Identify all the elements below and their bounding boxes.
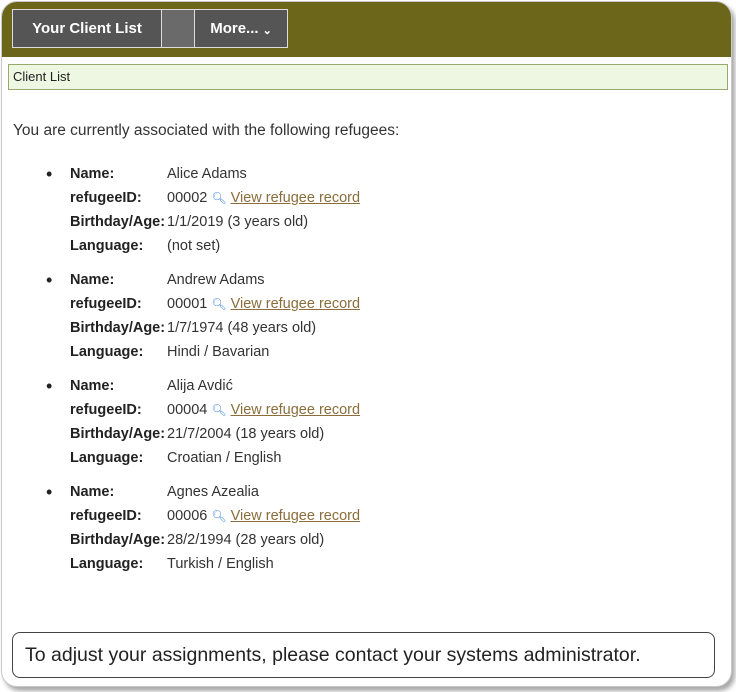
- language-label: Language:: [70, 450, 144, 466]
- bullet-icon: •: [46, 270, 53, 290]
- tab-more-menu[interactable]: More... ⌄: [194, 9, 288, 48]
- name-row: Name: Andrew Adams: [70, 270, 265, 294]
- id-row: refugeeID: 00004 🔍︎ View refugee record: [70, 400, 360, 424]
- view-refugee-record-link[interactable]: View refugee record: [231, 190, 361, 206]
- refugee-id: 00004: [167, 402, 208, 418]
- magnifier-icon[interactable]: 🔍︎: [211, 297, 226, 311]
- name-row: Name: Alice Adams: [70, 164, 247, 188]
- name-row: Name: Agnes Azealia: [70, 482, 259, 506]
- id-label: refugeeID:: [70, 296, 142, 312]
- name-label: Name:: [70, 484, 115, 500]
- refugee-id: 00002: [167, 190, 208, 206]
- birthday-row: Birthday/Age: 28/2/1994 (28 years old): [70, 530, 324, 554]
- language-label: Language:: [70, 238, 144, 254]
- birthday-row: Birthday/Age: 21/7/2004 (18 years old): [70, 424, 324, 448]
- id-row: refugeeID: 00002 🔍︎ View refugee record: [70, 188, 360, 212]
- name-label: Name:: [70, 272, 115, 288]
- intro-text: You are currently associated with the fo…: [13, 122, 400, 139]
- refugee-id: 00006: [167, 508, 208, 524]
- view-refugee-record-link[interactable]: View refugee record: [231, 296, 361, 312]
- refugee-language: (not set): [167, 238, 221, 254]
- main-panel: Your Client List More... ⌄ Client List Y…: [1, 1, 732, 687]
- birthday-label: Birthday/Age:: [70, 214, 166, 230]
- birthday-label: Birthday/Age:: [70, 426, 166, 442]
- breadcrumb-label: Client List: [13, 69, 71, 84]
- refugee-language: Turkish / English: [167, 556, 274, 572]
- tab-separator: [161, 9, 195, 48]
- bullet-icon: •: [46, 482, 53, 502]
- refugee-name: Andrew Adams: [167, 272, 265, 288]
- view-refugee-record-link[interactable]: View refugee record: [231, 508, 361, 524]
- language-row: Language: Croatian / English: [70, 448, 281, 472]
- refugee-name: Alice Adams: [167, 166, 247, 182]
- name-label: Name:: [70, 166, 115, 182]
- refugee-birthday: 28/2/1994 (28 years old): [167, 532, 325, 548]
- id-row: refugeeID: 00006 🔍︎ View refugee record: [70, 506, 360, 530]
- birthday-label: Birthday/Age:: [70, 532, 166, 548]
- refugee-birthday: 1/7/1974 (48 years old): [167, 320, 317, 336]
- language-label: Language:: [70, 556, 144, 572]
- magnifier-icon[interactable]: 🔍︎: [211, 509, 226, 523]
- birthday-row: Birthday/Age: 1/7/1974 (48 years old): [70, 318, 316, 342]
- id-label: refugeeID:: [70, 508, 142, 524]
- breadcrumb: Client List: [8, 64, 728, 90]
- refugee-birthday: 1/1/2019 (3 years old): [167, 214, 309, 230]
- id-row: refugeeID: 00001 🔍︎ View refugee record: [70, 294, 360, 318]
- magnifier-icon[interactable]: 🔍︎: [211, 191, 226, 205]
- refugee-id: 00001: [167, 296, 208, 312]
- admin-notice: To adjust your assignments, please conta…: [12, 632, 715, 678]
- bullet-icon: •: [46, 376, 53, 396]
- refugee-language: Croatian / English: [167, 450, 282, 466]
- language-label: Language:: [70, 344, 144, 360]
- id-label: refugeeID:: [70, 402, 142, 418]
- name-label: Name:: [70, 378, 115, 394]
- top-nav-bar: Your Client List More... ⌄: [2, 2, 731, 57]
- tab-more-label: More...: [210, 20, 259, 37]
- bullet-icon: •: [46, 164, 53, 184]
- refugee-birthday: 21/7/2004 (18 years old): [167, 426, 325, 442]
- admin-notice-text: To adjust your assignments, please conta…: [25, 644, 641, 666]
- chevron-down-icon: ⌄: [262, 25, 272, 37]
- birthday-row: Birthday/Age: 1/1/2019 (3 years old): [70, 212, 308, 236]
- view-refugee-record-link[interactable]: View refugee record: [231, 402, 361, 418]
- refugee-name: Alija Avdić: [167, 378, 233, 394]
- id-label: refugeeID:: [70, 190, 142, 206]
- name-row: Name: Alija Avdić: [70, 376, 233, 400]
- language-row: Language: Turkish / English: [70, 554, 274, 578]
- refugee-language: Hindi / Bavarian: [167, 344, 270, 360]
- language-row: Language: Hindi / Bavarian: [70, 342, 269, 366]
- tab-your-client-list[interactable]: Your Client List: [12, 9, 162, 48]
- language-row: Language: (not set): [70, 236, 220, 260]
- tab-your-client-list-label: Your Client List: [32, 20, 142, 37]
- magnifier-icon[interactable]: 🔍︎: [211, 403, 226, 417]
- birthday-label: Birthday/Age:: [70, 320, 166, 336]
- refugee-name: Agnes Azealia: [167, 484, 259, 500]
